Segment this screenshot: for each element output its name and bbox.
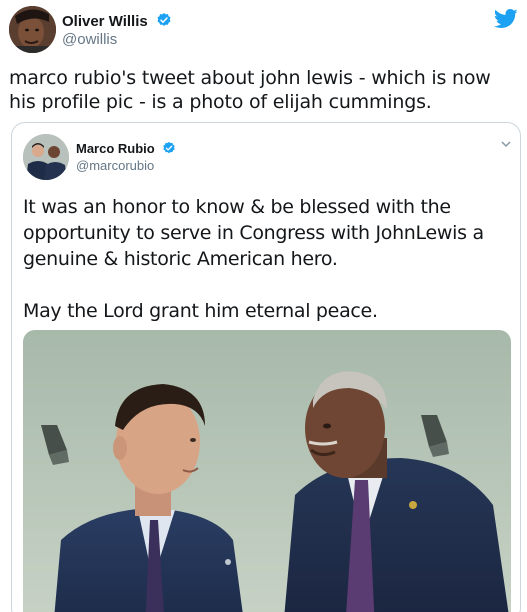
quoted-author-name-text[interactable]: Marco Rubio (76, 141, 155, 156)
twitter-bird-icon[interactable] (493, 9, 518, 34)
outer-tweet-text: marco rubio's tweet about john lewis - w… (9, 67, 491, 113)
quoted-paragraph-2: May the Lord grant him eternal peace. (23, 300, 378, 322)
quoted-author-name[interactable]: Marco Rubio (76, 141, 176, 158)
quoted-tweet-text: It was an honor to know & be blessed wit… (23, 194, 509, 324)
quoted-tweet-card[interactable]: Marco Rubio @marcorubio It was an honor … (11, 122, 521, 612)
author-handle[interactable]: @owillis (62, 31, 117, 48)
author-name-text[interactable]: Oliver Willis (62, 13, 148, 30)
tweet-photo[interactable] (23, 330, 511, 612)
chevron-down-icon[interactable] (500, 137, 512, 155)
avatar[interactable] (9, 6, 56, 53)
author-name[interactable]: Oliver Willis (62, 12, 172, 32)
quoted-paragraph-1: It was an honor to know & be blessed wit… (23, 196, 484, 270)
quoted-author-handle[interactable]: @marcorubio (76, 158, 154, 173)
outer-tweet-header: Oliver Willis @owillis (9, 6, 518, 54)
verified-badge-icon (162, 141, 176, 158)
verified-badge-icon (156, 12, 172, 32)
quoted-avatar[interactable] (23, 134, 69, 180)
